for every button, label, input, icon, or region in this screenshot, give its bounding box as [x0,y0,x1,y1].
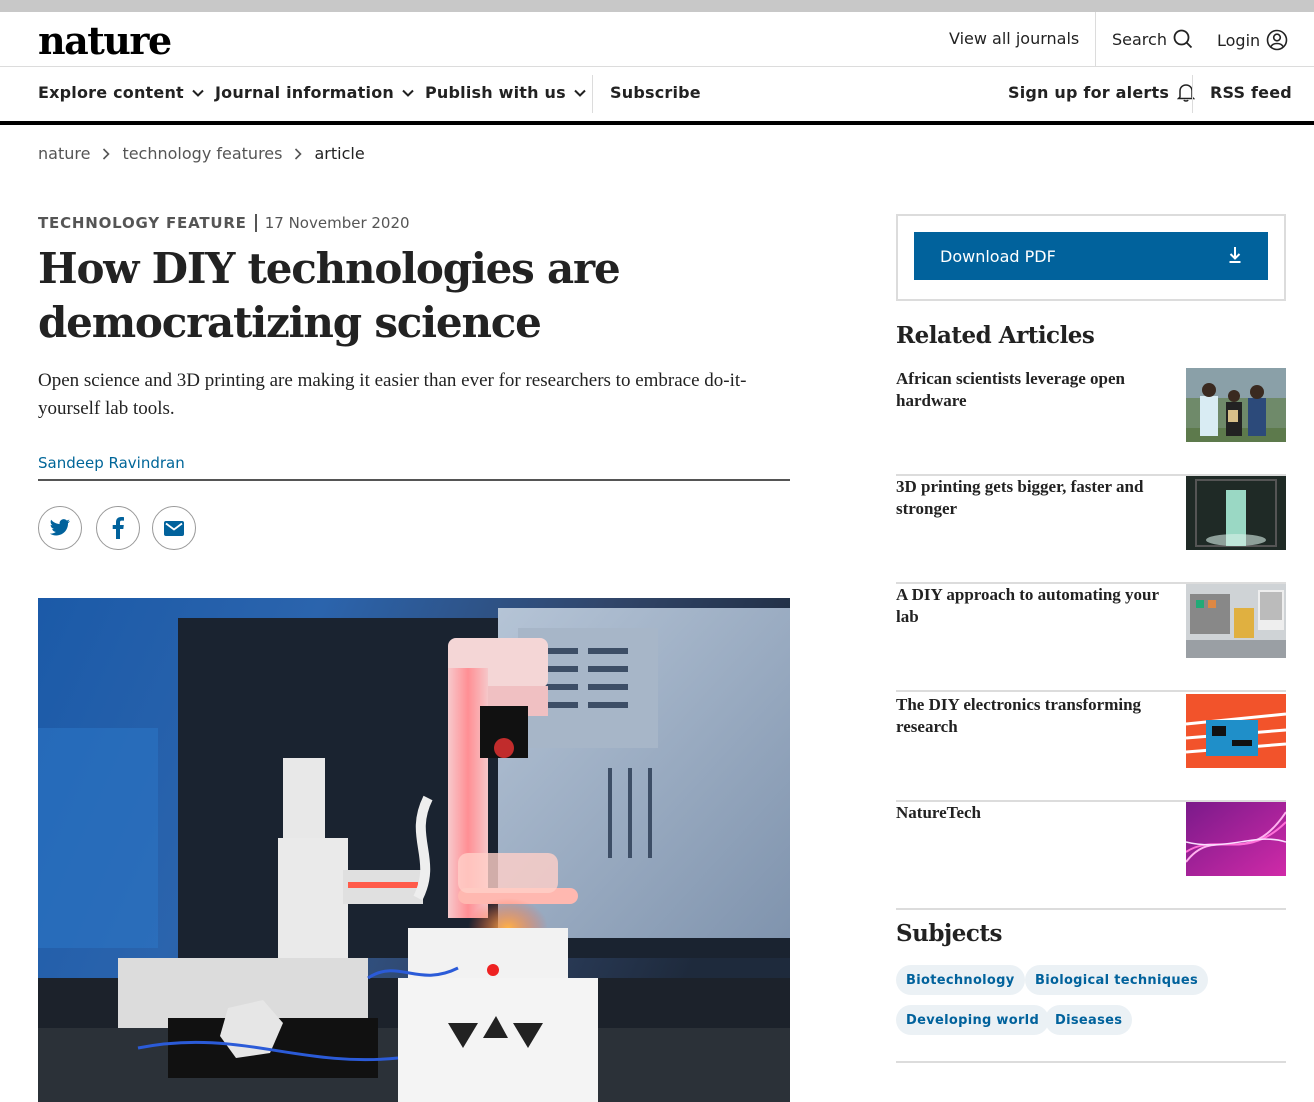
nav-subscribe[interactable]: Subscribe [610,83,701,102]
related-article-title[interactable]: The DIY electronics transforming researc… [896,694,1168,738]
breadcrumb-technology-features[interactable]: technology features [122,144,282,163]
author-link[interactable]: Sandeep Ravindran [38,454,185,472]
hero-image [38,598,790,1102]
related-article-title[interactable]: A DIY approach to automating your lab [896,584,1168,628]
share-facebook-button[interactable] [96,506,140,550]
related-article-thumbnail [1186,368,1286,442]
subject-tag[interactable]: Developing world [896,1005,1050,1035]
nav-sign-up-alerts[interactable]: Sign up for alerts [1008,83,1196,102]
download-pdf-button[interactable]: Download PDF [914,232,1268,280]
related-articles-heading: Related Articles [896,322,1095,349]
nav-rss-feed[interactable]: RSS feed [1210,83,1292,102]
share-email-button[interactable] [152,506,196,550]
article-standfirst: Open science and 3D printing are making … [38,370,747,419]
diy-microscope-photo [38,598,790,1102]
view-all-journals-label: View all journals [949,29,1080,48]
3d-printer-photo [1186,476,1286,550]
user-icon [1266,29,1288,51]
related-article-thumbnail [1186,476,1286,550]
header-divider [1095,12,1096,67]
chevron-right-icon [103,147,111,160]
nature-logo[interactable]: nature [38,18,172,63]
related-article-title[interactable]: African scientists leverage open hardwar… [896,368,1168,412]
related-article-title[interactable]: NatureTech [896,802,1168,824]
search-button[interactable]: Search [1112,29,1193,49]
nav-subscribe-label: Subscribe [610,83,701,102]
author-divider [38,479,790,481]
share-twitter-button[interactable] [38,506,82,550]
related-article-thumbnail [1186,802,1286,876]
subject-tag[interactable]: Biological techniques [1025,965,1209,995]
chevron-right-icon [295,147,303,160]
subject-tag[interactable]: Biotechnology [896,965,1025,995]
site-header: nature View all journals Search Login [0,12,1314,67]
view-all-journals-link[interactable]: View all journals [949,29,1079,48]
download-icon [1229,247,1241,263]
email-icon [164,520,184,536]
subjects-heading: Subjects [896,920,1002,947]
main-nav: Explore content Journal information Publ… [0,67,1314,125]
related-article-item[interactable]: 3D printing gets bigger, faster and stro… [896,476,1286,584]
article-type: TECHNOLOGY FEATURE [38,214,247,232]
nav-journal-label: Journal information [215,83,394,102]
abstract-light-image [1186,802,1286,876]
chevron-down-icon [402,89,414,97]
nav-journal-information[interactable]: Journal information [215,83,414,102]
lab-automation-photo [1186,584,1286,658]
related-article-title[interactable]: 3D printing gets bigger, faster and stro… [896,476,1168,520]
chevron-down-icon [192,89,204,97]
download-pdf-label: Download PDF [940,246,1056,266]
related-article-item[interactable]: A DIY approach to automating your lab [896,584,1286,692]
login-label: Login [1217,30,1261,50]
search-label: Search [1112,29,1167,49]
article-title: How DIY technologies are democratizing s… [38,244,621,347]
nav-divider [592,75,593,113]
related-article-thumbnail [1186,584,1286,658]
nav-rss-label: RSS feed [1210,83,1292,102]
article-date: 17 November 2020 [264,214,410,232]
subjects-divider [896,1061,1286,1063]
breadcrumb: nature technology features article [38,144,365,163]
browser-top-strip [0,0,1314,12]
nav-alerts-label: Sign up for alerts [1008,83,1170,102]
nav-explore-content[interactable]: Explore content [38,83,204,102]
scientists-photo [1186,368,1286,442]
search-icon [1173,29,1193,49]
chevron-down-icon [574,89,586,97]
facebook-icon [112,517,124,539]
twitter-icon [49,519,71,536]
nav-divider [1192,75,1193,113]
related-article-thumbnail [1186,694,1286,768]
login-button[interactable]: Login [1217,29,1288,51]
article-kicker: TECHNOLOGY FEATURE 17 November 2020 [38,214,410,232]
related-article-item[interactable]: NatureTech [896,802,1286,910]
breadcrumb-nature[interactable]: nature [38,144,90,163]
breadcrumb-article: article [314,144,365,163]
nav-publish-label: Publish with us [425,83,566,102]
subject-tag[interactable]: Diseases [1045,1005,1133,1035]
related-article-item[interactable]: African scientists leverage open hardwar… [896,368,1286,476]
related-article-item[interactable]: The DIY electronics transforming researc… [896,694,1286,802]
kicker-divider [254,214,257,232]
nav-explore-label: Explore content [38,83,184,102]
arduino-illustration [1186,694,1286,768]
nav-publish-with-us[interactable]: Publish with us [425,83,586,102]
download-pdf-box: Download PDF [896,214,1286,301]
